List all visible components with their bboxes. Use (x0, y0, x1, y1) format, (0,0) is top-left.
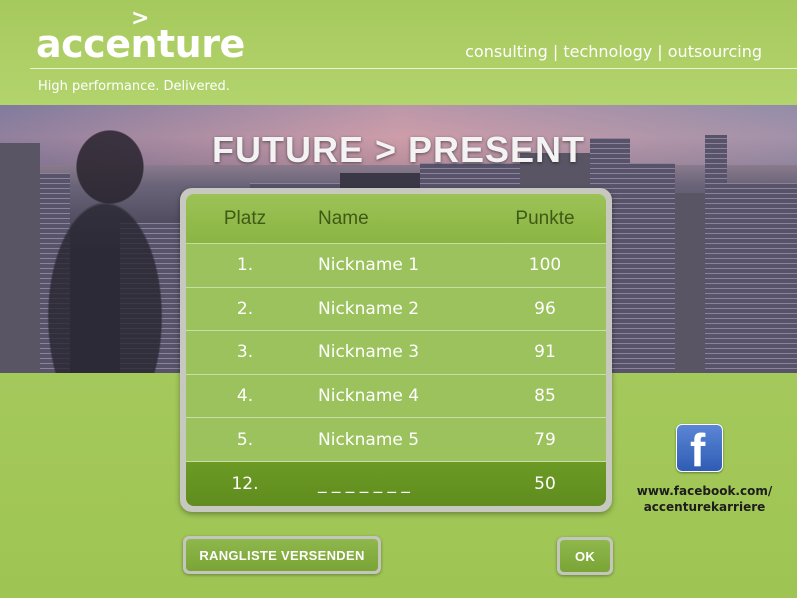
user-name-cell: _ _ _ _ _ _ _ (318, 474, 410, 495)
slogan: High performance. Delivered. (38, 79, 230, 94)
building (675, 193, 705, 373)
rank-cell: 3. (236, 342, 254, 363)
column-header-name: Name (318, 207, 369, 229)
table-row: 5. Nickname 5 79 (186, 418, 606, 462)
score-cell: 96 (534, 298, 556, 319)
table-row: 2. Nickname 2 96 (186, 287, 606, 332)
table-row: 3. Nickname 3 91 (186, 331, 606, 375)
tagline: consulting | technology | outsourcing (465, 42, 762, 61)
send-ranking-button[interactable]: RANGLISTE VERSENDEN (183, 536, 381, 574)
leaderboard-table: Platz Name Punkte 1. Nickname 1 100 2. N… (186, 194, 606, 506)
user-score-cell: 50 (534, 474, 556, 495)
header-divider (30, 68, 797, 69)
leaderboard: Platz Name Punkte 1. Nickname 1 100 2. N… (180, 188, 612, 512)
header: > accenture consulting | technology | ou… (0, 0, 797, 105)
send-ranking-label: RANGLISTE VERSENDEN (186, 539, 378, 571)
score-cell: 91 (534, 342, 556, 363)
score-cell: 79 (534, 429, 556, 450)
table-row: 4. Nickname 4 85 (186, 374, 606, 419)
banner-title: FUTURE > PRESENT (211, 129, 586, 170)
column-header-punkte: Punkte (515, 207, 575, 229)
score-cell: 100 (528, 255, 562, 276)
rank-cell: 1. (236, 255, 254, 276)
rank-cell: 4. (236, 386, 254, 407)
name-cell: Nickname 4 (318, 386, 420, 407)
user-score-row: 12. _ _ _ _ _ _ _ 50 (186, 461, 606, 506)
name-cell: Nickname 5 (318, 429, 420, 450)
table-row: 1. Nickname 1 100 (186, 244, 606, 288)
table-header: Platz Name Punkte (186, 194, 606, 244)
column-header-platz: Platz (223, 207, 267, 229)
accenture-logo: accenture (36, 22, 245, 66)
ok-label: OK (560, 540, 610, 572)
rank-cell: 5. (236, 429, 254, 450)
building (727, 183, 797, 373)
rank-cell: 2. (236, 298, 254, 319)
facebook-url-line2: accenturekarriere (643, 500, 766, 514)
score-cell: 85 (534, 386, 556, 407)
ok-button[interactable]: OK (557, 537, 613, 575)
user-rank-cell: 12. (231, 474, 259, 495)
building (630, 163, 675, 373)
name-cell: Nickname 3 (318, 342, 420, 363)
name-cell: Nickname 2 (318, 298, 420, 319)
facebook-link[interactable]: www.facebook.com/ accenturekarriere (632, 483, 777, 515)
facebook-icon[interactable]: f (676, 424, 723, 472)
name-cell: Nickname 1 (318, 255, 420, 276)
facebook-url-line1: www.facebook.com/ (636, 484, 773, 498)
